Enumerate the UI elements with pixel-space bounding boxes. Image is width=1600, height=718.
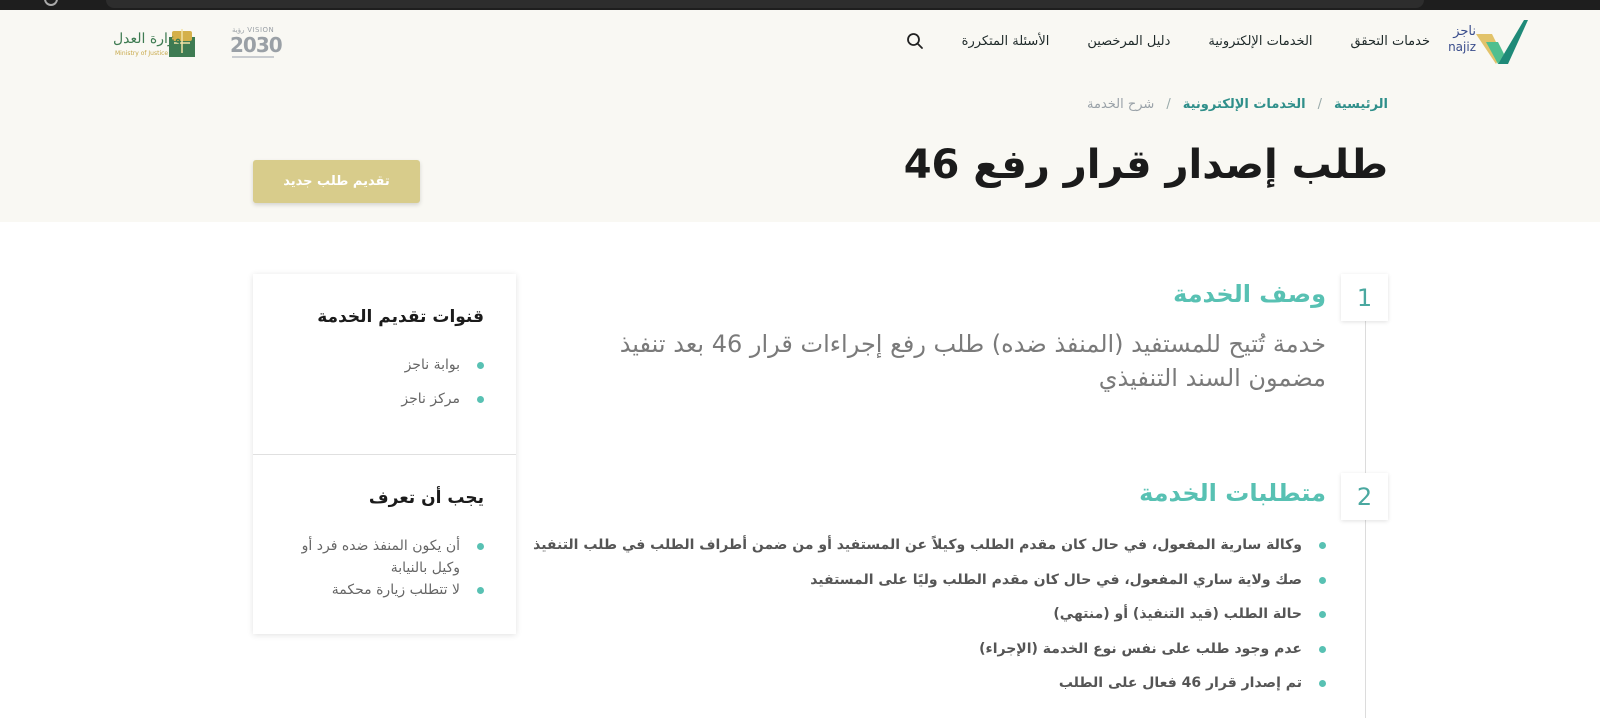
browser-button-icon[interactable] xyxy=(44,0,58,6)
breadcrumb-separator: / xyxy=(1166,97,1171,112)
breadcrumb-current: شرح الخدمة xyxy=(1087,97,1155,112)
list-item: لا تتطلب زيارة محكمة xyxy=(284,579,484,601)
breadcrumb-separator: / xyxy=(1317,97,1322,112)
browser-top-bar xyxy=(0,0,1600,10)
nav-item-verification-services[interactable]: خدمات التحقق xyxy=(1351,34,1430,49)
search-icon[interactable] xyxy=(906,32,924,50)
main-nav: خدمات التحقق الخدمات الإلكترونية دليل ال… xyxy=(906,32,1430,50)
najiz-logo[interactable]: ناجز najiz xyxy=(1444,20,1528,66)
breadcrumb: الرئيسية / الخدمات الإلكترونية / شرح الخ… xyxy=(1087,97,1388,112)
list-item: حالة الطلب (قيد التنفيذ) أو (منتهي) xyxy=(566,602,1326,637)
vision-logo-number: 2030 xyxy=(230,33,283,57)
vision-logo-underline xyxy=(232,56,274,58)
sidebar-card: قنوات تقديم الخدمة بوابة ناجز مركز ناجز … xyxy=(253,274,516,634)
address-bar[interactable] xyxy=(106,0,1424,8)
service-channels-section: قنوات تقديم الخدمة بوابة ناجز مركز ناجز xyxy=(253,274,516,454)
list-item: وكالة سارية المفعول، في حال كان مقدم الط… xyxy=(533,533,1326,568)
nav-item-licensees-guide[interactable]: دليل المرخصين xyxy=(1087,34,1170,49)
section-title-service-requirements: متطلبات الخدمة xyxy=(1139,479,1326,507)
najiz-logo-text-ar: ناجز xyxy=(1453,24,1476,39)
service-channels-list: بوابة ناجز مركز ناجز xyxy=(401,354,484,422)
vision-2030-logo[interactable]: VISION رؤية 2030 xyxy=(230,26,283,62)
list-item: أن يكون المنفذ ضده فرد أو وكيل بالنيابة xyxy=(284,535,484,579)
breadcrumb-e-services[interactable]: الخدمات الإلكترونية xyxy=(1183,97,1306,112)
list-item: عدم وجود طلب على نفس نوع الخدمة (الإجراء… xyxy=(566,637,1326,672)
list-item: تم إصدار قرار 46 فعال على الطلب xyxy=(566,671,1326,706)
moj-logo-text-en: Ministry of Justice xyxy=(115,50,169,57)
must-know-section: يجب أن تعرف أن يكون المنفذ ضده فرد أو وك… xyxy=(253,455,516,634)
nav-item-faq[interactable]: الأسئلة المتكررة xyxy=(962,34,1050,49)
ministry-of-justice-logo[interactable]: وزارة العدل Ministry of Justice xyxy=(113,26,199,62)
list-item: بوابة ناجز xyxy=(401,354,484,376)
step-number-1: 1 xyxy=(1341,274,1388,321)
service-description-text: خدمة تُتيح للمستفيد (المنفذ ضده) طلب رفع… xyxy=(619,330,1326,392)
list-item: صك ولاية ساري المفعول، في حال كان مقدم ا… xyxy=(566,568,1326,603)
najiz-logo-text-en: najiz xyxy=(1448,40,1476,54)
section-title-service-description: وصف الخدمة xyxy=(1173,280,1326,308)
nav-item-e-services[interactable]: الخدمات الإلكترونية xyxy=(1208,34,1312,49)
service-channels-title: قنوات تقديم الخدمة xyxy=(317,307,484,327)
breadcrumb-home[interactable]: الرئيسية xyxy=(1334,97,1388,112)
page-title: طلب إصدار قرار رفع 46 xyxy=(903,142,1388,188)
must-know-title: يجب أن تعرف xyxy=(368,488,484,508)
new-request-button[interactable]: تقديم طلب جديد xyxy=(253,160,420,203)
must-know-list: أن يكون المنفذ ضده فرد أو وكيل بالنيابة … xyxy=(284,535,484,601)
moj-logo-text-ar: وزارة العدل xyxy=(113,31,182,47)
najiz-checkmark-icon xyxy=(1476,20,1528,64)
page-header: ناجز najiz خدمات التحقق الخدمات الإلكترو… xyxy=(0,10,1600,222)
step-number-2: 2 xyxy=(1341,473,1388,520)
list-item: مركز ناجز xyxy=(401,388,484,410)
requirements-list: وكالة سارية المفعول، في حال كان مقدم الط… xyxy=(533,533,1326,706)
